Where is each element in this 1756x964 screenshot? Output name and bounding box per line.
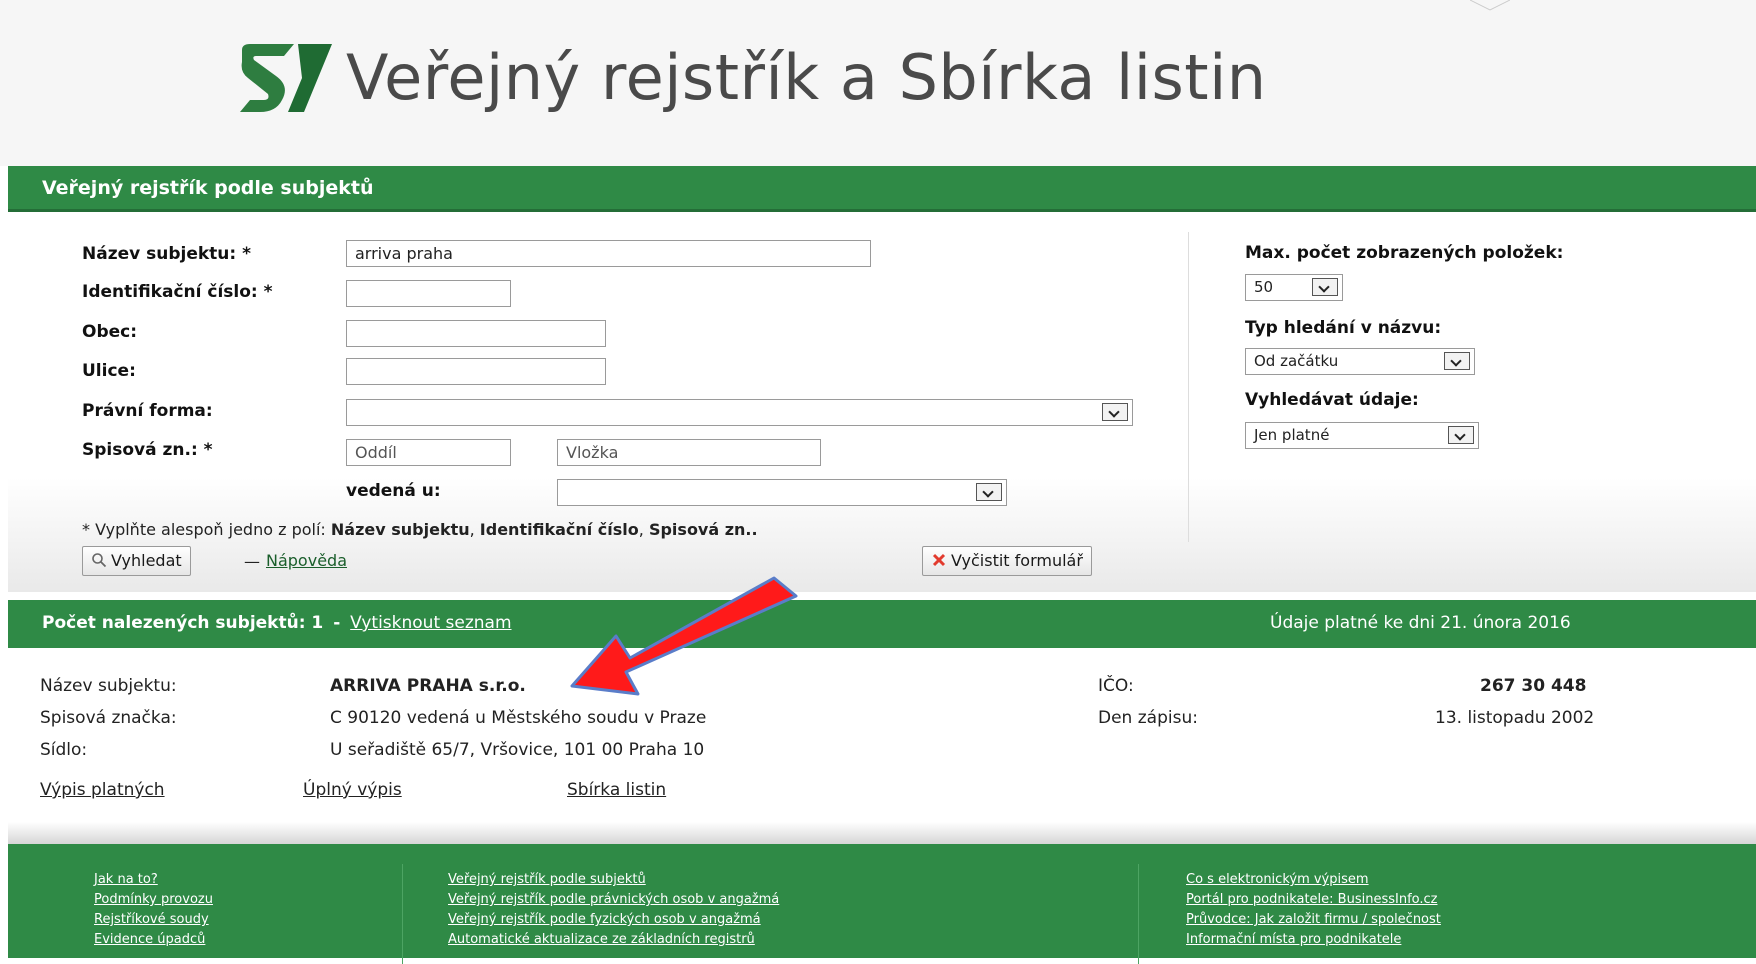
result-spisova-label: Spisová značka: — [40, 708, 177, 728]
result-nazev-label: Název subjektu: — [40, 676, 177, 696]
search-button[interactable]: Vyhledat — [82, 546, 191, 576]
data-filter-label: Vyhledávat údaje: — [1245, 390, 1419, 410]
footer-link[interactable]: Průvodce: Jak založit firmu / společnost — [1186, 910, 1441, 930]
footer-divider — [402, 864, 403, 964]
footer-link[interactable]: Veřejný rejstřík podle subjektů — [448, 870, 779, 890]
footer-link[interactable]: Evidence úpadců — [94, 930, 213, 950]
result-spisova-value: C 90120 vedená u Městského soudu v Praze — [330, 708, 707, 728]
max-items-label: Max. počet zobrazených položek: — [1245, 243, 1564, 263]
footer-col-1: Jak na to? Podmínky provozu Rejstříkové … — [94, 870, 213, 950]
note-field-2: Identifikační číslo — [479, 520, 639, 539]
result-documents-link[interactable]: Sbírka listin — [567, 780, 666, 800]
result-sidlo-value: U seřadiště 65/7, Vršovice, 101 00 Praha… — [330, 740, 705, 760]
nazev-input[interactable]: arriva praha — [346, 240, 871, 267]
result-den-value: 13. listopadu 2002 — [1435, 708, 1595, 728]
footer-link[interactable]: Veřejný rejstřík podle fyzických osob v … — [448, 910, 779, 930]
footer-link[interactable]: Jak na to? — [94, 870, 213, 890]
obec-input[interactable] — [346, 320, 606, 347]
pravni-forma-label: Právní forma: — [82, 401, 213, 421]
ico-input[interactable] — [346, 280, 511, 307]
header: Veřejný rejstřík a Sbírka listin — [0, 0, 1756, 166]
note-field-3: Spisová zn.. — [648, 520, 758, 539]
clear-form-button[interactable]: Vyčistit formulář — [922, 546, 1092, 576]
footer-link[interactable]: Podmínky provozu — [94, 890, 213, 910]
footer-link[interactable]: Rejstříkové soudy — [94, 910, 213, 930]
data-filter-select[interactable]: Jen platné — [1245, 422, 1479, 449]
print-list-link[interactable]: Vytisknout seznam — [350, 613, 511, 633]
obec-label: Obec: — [82, 322, 138, 342]
close-icon — [932, 553, 946, 567]
footer-link[interactable]: Automatické aktualizace ze základních re… — [448, 930, 779, 950]
justice-s-logo-icon — [240, 44, 332, 112]
chevron-down-icon — [1102, 403, 1128, 421]
ulice-input[interactable] — [346, 358, 606, 385]
result-ico-label: IČO: — [1098, 676, 1134, 696]
valid-as-of: Údaje platné ke dni 21. února 2016 — [1270, 613, 1571, 633]
result-valid-extract-link[interactable]: Výpis platných — [40, 780, 165, 800]
chevron-down-icon — [976, 483, 1002, 501]
nazev-label: Název subjektu: * — [82, 244, 252, 264]
max-items-select[interactable]: 50 — [1245, 274, 1343, 301]
search-button-label: Vyhledat — [111, 551, 182, 570]
site-title: Veřejný rejstřík a Sbírka listin — [346, 41, 1267, 114]
search-icon — [92, 553, 107, 568]
red-arrow-annotation — [570, 576, 798, 696]
search-type-select[interactable]: Od začátku — [1245, 348, 1475, 375]
result-den-label: Den zápisu: — [1098, 708, 1198, 728]
vlozka-input[interactable]: Vložka — [557, 439, 821, 466]
results-sep: - — [333, 613, 341, 633]
note-prefix: * Vyplňte alespoň jedno z polí: — [82, 520, 326, 539]
required-note: * Vyplňte alespoň jedno z polí: Název su… — [82, 520, 758, 539]
ico-label: Identifikační číslo: * — [82, 282, 273, 302]
results-count: Počet nalezených subjektů: 1 — [42, 613, 324, 633]
result-sidlo-label: Sídlo: — [40, 740, 88, 760]
footer-link[interactable]: Informační místa pro podnikatele — [1186, 930, 1441, 950]
top-notch — [1470, 0, 1510, 11]
chevron-down-icon — [1312, 278, 1338, 296]
footer-link[interactable]: Portál pro podnikatele: BusinessInfo.cz — [1186, 890, 1441, 910]
results-bar: Počet nalezených subjektů: 1 - Vytisknou… — [8, 600, 1756, 648]
footer-link[interactable]: Co s elektronickým výpisem — [1186, 870, 1441, 890]
result-nazev-value: ARRIVA PRAHA s.r.o. — [330, 676, 526, 696]
clear-form-label: Vyčistit formulář — [951, 551, 1083, 570]
form-divider — [1188, 232, 1189, 542]
footer-link[interactable]: Veřejný rejstřík podle právnických osob … — [448, 890, 779, 910]
search-type-label: Typ hledání v názvu: — [1245, 318, 1442, 338]
vedena-select[interactable] — [557, 479, 1007, 506]
ulice-label: Ulice: — [82, 361, 136, 381]
vedena-label: vedená u: — [346, 481, 441, 501]
search-section-heading: Veřejný rejstřík podle subjektů — [8, 166, 1756, 212]
spisova-label: Spisová zn.: * — [82, 440, 213, 460]
footer-separator — [8, 822, 1756, 844]
result-full-extract-link[interactable]: Úplný výpis — [303, 780, 402, 800]
chevron-down-icon — [1444, 352, 1470, 370]
footer-col-3: Co s elektronickým výpisem Portál pro po… — [1186, 870, 1441, 950]
pravni-forma-select[interactable] — [346, 399, 1133, 426]
footer-col-2: Veřejný rejstřík podle subjektů Veřejný … — [448, 870, 779, 950]
result-ico-value: 267 30 448 — [1480, 676, 1587, 696]
footer-divider — [1138, 864, 1139, 964]
data-filter-value: Jen platné — [1254, 426, 1330, 444]
oddil-input[interactable]: Oddíl — [346, 439, 511, 466]
chevron-down-icon — [1448, 426, 1474, 444]
note-field-1: Název subjektu — [330, 520, 470, 539]
dash-separator: — — [244, 552, 260, 571]
help-link[interactable]: Nápověda — [266, 551, 347, 570]
footer: Jak na to? Podmínky provozu Rejstříkové … — [8, 844, 1756, 964]
search-type-value: Od začátku — [1254, 352, 1339, 370]
max-items-value: 50 — [1254, 278, 1274, 296]
